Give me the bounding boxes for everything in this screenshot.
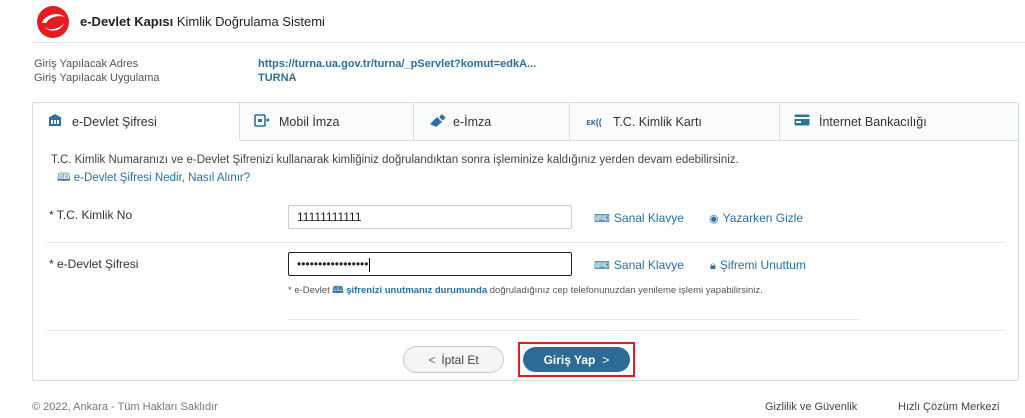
- tab-internet-bankaciligi[interactable]: İnternet Bankacılığı: [780, 103, 1018, 141]
- login-label: Giriş Yap: [543, 352, 596, 367]
- tab-tc-kimlik-karti[interactable]: ᴇᴋ(( T.C. Kimlik Kartı: [570, 103, 780, 141]
- application-label: Giriş Yapılacak Uygulama: [34, 72, 160, 84]
- password-value: •••••••••••••••••: [297, 257, 369, 271]
- tc-kimlik-value: 11111111111: [297, 210, 362, 224]
- id-card-icon: ᴇᴋ((: [586, 116, 602, 127]
- help-link-label: e-Devlet Şifresi Nedir, Nasıl Alınır?: [73, 172, 251, 184]
- cancel-button[interactable]: < İptal Et: [403, 346, 504, 373]
- eye-slash-icon: ◉: [709, 213, 719, 225]
- forgot-password-link[interactable]: 🔒︎ Şifremi Unuttum: [710, 258, 806, 273]
- brand-subtitle: Kimlik Doğrulama Sistemi: [173, 14, 325, 29]
- note-prefix: * e-Devlet: [288, 285, 330, 296]
- brand-bold: e-Devlet Kapısı: [80, 14, 174, 29]
- lock-icon: 🔒︎: [710, 260, 716, 272]
- login-button-highlight: Giriş Yap >: [518, 342, 635, 377]
- address-label: Giriş Yapılacak Adres: [34, 58, 139, 70]
- virtual-keyboard-button-1[interactable]: ⌨ Sanal Klavye: [594, 211, 684, 225]
- hide-while-typing-button[interactable]: ◉ Yazarken Gizle: [709, 211, 803, 225]
- copyright-text: © 2022, Ankara - Tüm Hakları Saklıdır: [32, 401, 218, 413]
- virtual-keyboard-label: Sanal Klavye: [613, 258, 684, 272]
- book-icon: 🕮: [332, 285, 344, 296]
- password-label: * e-Devlet Şifresi: [49, 257, 139, 271]
- e-devlet-logo-icon: [37, 6, 69, 38]
- privacy-link[interactable]: Gizlilik ve Güvenlik: [765, 401, 857, 413]
- keyboard-icon: ⌨: [594, 213, 610, 225]
- login-button[interactable]: Giriş Yap >: [523, 347, 630, 372]
- tab-e-imza[interactable]: e-İmza: [414, 103, 570, 141]
- forgot-password-label: Şifremi Unuttum: [719, 258, 806, 272]
- header-divider: [32, 42, 1025, 43]
- tab-label: e-İmza: [453, 114, 492, 129]
- chevron-left-icon: <: [428, 352, 436, 367]
- building-icon: [47, 113, 63, 130]
- text-caret: [369, 257, 371, 272]
- intro-text: T.C. Kimlik Numaranızı ve e-Devlet Şifre…: [51, 154, 739, 166]
- cancel-label: İptal Et: [441, 352, 479, 367]
- virtual-keyboard-button-2[interactable]: ⌨ Sanal Klavye: [594, 258, 684, 272]
- password-reset-note: * e-Devlet 🕮 şifrenizi unutmanız durumun…: [288, 284, 888, 297]
- tab-label: İnternet Bankacılığı: [819, 114, 927, 129]
- tc-kimlik-input[interactable]: 11111111111: [288, 205, 572, 229]
- note-divider: [288, 319, 860, 320]
- tab-label: Mobil İmza: [279, 114, 340, 129]
- row-divider: [47, 242, 1005, 243]
- password-input[interactable]: •••••••••••••••••: [288, 252, 572, 276]
- note-link-label: şifrenizi unutmanız durumunda: [346, 285, 488, 296]
- tab-label: e-Devlet Şifresi: [72, 114, 157, 129]
- mobile-signature-icon: [254, 113, 270, 130]
- brand-title: e-Devlet Kapısı Kimlik Doğrulama Sistemi: [80, 14, 325, 29]
- login-method-tabs: e-Devlet Şifresi Mobil İmza e-İmza ᴇᴋ(( …: [33, 103, 1018, 141]
- virtual-keyboard-label: Sanal Klavye: [613, 211, 684, 225]
- quick-help-link[interactable]: Hızlı Çözüm Merkezi: [898, 401, 999, 413]
- forgot-password-inline-link[interactable]: 🕮 şifrenizi unutmanız durumunda: [332, 285, 487, 296]
- usb-token-icon: [428, 113, 446, 130]
- chevron-right-icon: >: [602, 352, 610, 367]
- tab-label: T.C. Kimlik Kartı: [613, 114, 702, 129]
- tc-kimlik-label: * T.C. Kimlik No: [49, 208, 133, 222]
- header: e-Devlet Kapısı Kimlik Doğrulama Sistemi: [0, 0, 1025, 42]
- hide-while-typing-label: Yazarken Gizle: [722, 211, 804, 225]
- address-value: https://turna.ua.gov.tr/turna/_pServlet?…: [258, 58, 537, 70]
- book-icon: 🕮: [57, 172, 71, 184]
- credit-card-icon: [794, 114, 810, 129]
- application-value: TURNA: [258, 72, 297, 84]
- note-suffix: doğruladığınız cep telefonunuzdan yenile…: [487, 285, 763, 296]
- actions-divider: [47, 330, 1005, 331]
- keyboard-icon: ⌨: [594, 260, 610, 272]
- help-link[interactable]: 🕮 e-Devlet Şifresi Nedir, Nasıl Alınır?: [57, 170, 250, 189]
- tab-e-devlet-sifresi[interactable]: e-Devlet Şifresi: [33, 103, 240, 141]
- login-panel: e-Devlet Şifresi Mobil İmza e-İmza ᴇᴋ(( …: [32, 102, 1019, 381]
- tab-mobil-imza[interactable]: Mobil İmza: [240, 103, 414, 141]
